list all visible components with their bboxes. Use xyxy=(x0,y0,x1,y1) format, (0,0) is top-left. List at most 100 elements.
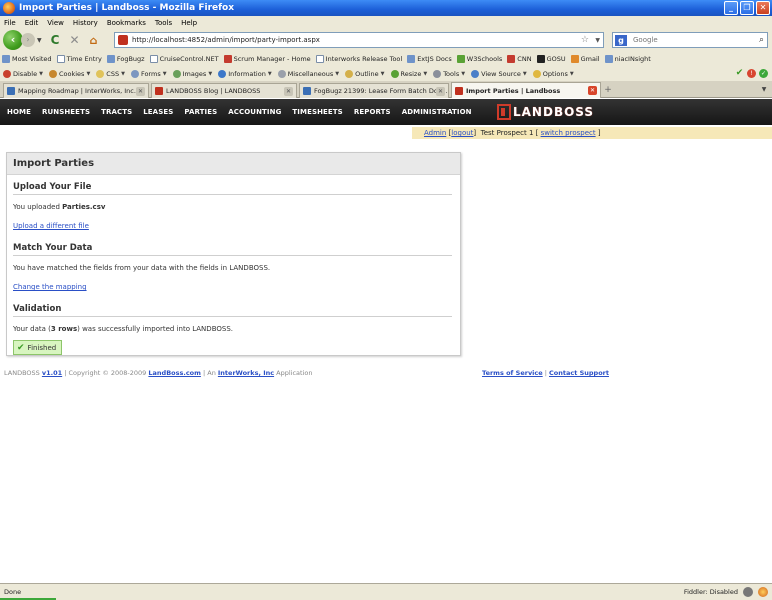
bookmark-star-icon[interactable]: ☆ xyxy=(581,35,589,45)
history-dropdown-icon[interactable]: ▼ xyxy=(37,37,42,44)
fiddler-icon[interactable] xyxy=(743,587,753,597)
webdev-options[interactable]: Options ▼ xyxy=(532,69,574,78)
google-search-engine-icon[interactable]: g xyxy=(615,34,627,46)
bookmark-w3schools[interactable]: W3Schools xyxy=(456,54,502,63)
bookmark-time-entry[interactable]: Time Entry xyxy=(56,54,102,63)
landboss-logo[interactable]: LANDBOSS xyxy=(497,103,594,121)
checkmark-icon: ✔ xyxy=(17,342,25,353)
menu-tools[interactable]: Tools xyxy=(155,19,172,27)
url-dropdown-icon[interactable]: ▼ xyxy=(595,37,600,44)
nav-tracts[interactable]: TRACTS xyxy=(101,108,132,116)
reload-icon[interactable]: C xyxy=(51,33,60,47)
bookmark-cruisecontrol[interactable]: CruiseControl.NET xyxy=(149,54,219,63)
tab-close-icon[interactable]: ✕ xyxy=(284,87,293,96)
check-icon[interactable]: ✔ xyxy=(735,69,744,78)
bookmark-gosu[interactable]: GOSU xyxy=(536,54,566,63)
nav-home[interactable]: HOME xyxy=(7,108,31,116)
webdev-images[interactable]: Images ▼ xyxy=(172,69,212,78)
bookmark-niacinsight[interactable]: niacINsight xyxy=(604,54,651,63)
upload-different-file-link[interactable]: Upload a different file xyxy=(13,222,89,230)
back-button[interactable]: ‹ xyxy=(3,30,23,50)
terms-of-service-link[interactable]: Terms of Service xyxy=(482,369,543,377)
bookmark-cnn[interactable]: CNN xyxy=(507,54,532,63)
webdev-forms[interactable]: Forms ▼ xyxy=(130,69,167,78)
webdev-information[interactable]: Information ▼ xyxy=(218,69,272,78)
valid-icon[interactable]: ✓ xyxy=(759,69,768,78)
bookmark-interworks-release[interactable]: Interworks Release Tool xyxy=(315,54,402,63)
webdev-tools[interactable]: Tools ▼ xyxy=(433,69,465,78)
webdev-cookies[interactable]: Cookies ▼ xyxy=(48,69,90,78)
webdev-view-source[interactable]: View Source ▼ xyxy=(471,69,527,78)
forward-button[interactable]: › xyxy=(21,33,35,47)
nav-accounting[interactable]: ACCOUNTING xyxy=(228,108,281,116)
webdev-css[interactable]: CSS ▼ xyxy=(96,69,125,78)
webdev-status-icons: ✔ ! ✓ xyxy=(735,69,768,78)
tab-close-icon[interactable]: ✕ xyxy=(588,86,597,95)
landboss-logo-icon xyxy=(497,104,511,120)
nav-timesheets[interactable]: TIMESHEETS xyxy=(292,108,342,116)
finished-button[interactable]: ✔ Finished xyxy=(13,340,63,355)
nav-reports[interactable]: REPORTS xyxy=(354,108,391,116)
menu-history[interactable]: History xyxy=(73,19,98,27)
webdev-resize[interactable]: Resize ▼ xyxy=(390,69,427,78)
bookmark-gmail[interactable]: Gmail xyxy=(570,54,600,63)
minimize-button[interactable]: _ xyxy=(724,1,738,15)
tab-favicon xyxy=(303,87,311,95)
app-navigation: HOME RUNSHEETS TRACTS LEASES PARTIES ACC… xyxy=(0,99,772,125)
bookmark-most-visited[interactable]: Most Visited xyxy=(2,54,52,63)
change-mapping-link[interactable]: Change the mapping xyxy=(13,283,87,291)
new-tab-button[interactable]: + xyxy=(602,84,614,97)
nav-parties[interactable]: PARTIES xyxy=(184,108,217,116)
logout-link[interactable]: logout xyxy=(451,129,473,137)
validation-heading: Validation xyxy=(13,291,452,317)
user-bar: Admin [logout] Test Prospect 1 [ switch … xyxy=(412,127,772,139)
tab-mapping-roadmap[interactable]: Mapping Roadmap | InterWorks, Inc. ✕ xyxy=(3,83,149,98)
window-controls: _ ❐ ✕ xyxy=(724,1,770,15)
nav-runsheets[interactable]: RUNSHEETS xyxy=(42,108,90,116)
navigation-toolbar: ‹ › ▼ C ✕ ⌂ http://localhost:4852/admin/… xyxy=(0,29,772,51)
tab-landboss-blog[interactable]: LANDBOSS Blog | LANDBOSS ✕ xyxy=(151,83,297,98)
upload-section: Upload Your File You uploaded Parties.cs… xyxy=(7,175,460,230)
stop-icon[interactable]: ✕ xyxy=(69,33,79,47)
search-icon[interactable]: ⌕ xyxy=(759,35,764,45)
tab-list-button[interactable]: ▼ xyxy=(759,84,769,96)
version-link[interactable]: v1.01 xyxy=(42,369,62,377)
tab-import-parties[interactable]: Import Parties | Landboss ✕ xyxy=(451,82,601,98)
search-bar[interactable]: g ⌕ xyxy=(612,32,768,48)
close-button[interactable]: ✕ xyxy=(756,1,770,15)
menu-bookmarks[interactable]: Bookmarks xyxy=(107,19,146,27)
error-icon[interactable]: ! xyxy=(747,69,756,78)
bookmark-extjs-docs[interactable]: ExtJS Docs xyxy=(407,54,452,63)
tab-close-icon[interactable]: ✕ xyxy=(136,87,145,96)
webdev-disable[interactable]: Disable ▼ xyxy=(3,69,43,78)
tab-fogbugz[interactable]: FogBugz 21399: Lease Form Batch Doc... ✕ xyxy=(299,83,449,98)
tab-favicon xyxy=(455,86,463,95)
tab-favicon xyxy=(7,87,15,95)
url-text[interactable]: http://localhost:4852/admin/import/party… xyxy=(132,36,320,44)
menu-view[interactable]: View xyxy=(47,19,64,27)
admin-link[interactable]: Admin xyxy=(424,129,446,137)
web-developer-toolbar: Disable ▼ Cookies ▼ CSS ▼ Forms ▼ Images ▼ In… xyxy=(0,66,772,81)
contact-support-link[interactable]: Contact Support xyxy=(549,369,609,377)
tab-strip: Mapping Roadmap | InterWorks, Inc. ✕ LAN… xyxy=(0,81,772,98)
menu-help[interactable]: Help xyxy=(181,19,197,27)
url-bar[interactable]: http://localhost:4852/admin/import/party… xyxy=(114,32,604,48)
search-input[interactable] xyxy=(633,36,753,44)
menu-edit[interactable]: Edit xyxy=(25,19,39,27)
nav-leases[interactable]: LEASES xyxy=(143,108,173,116)
addon-icon[interactable] xyxy=(758,587,768,597)
fiddler-status[interactable]: Fiddler: Disabled xyxy=(684,588,738,596)
bookmark-scrum-manager[interactable]: Scrum Manager - Home xyxy=(223,54,311,63)
firefox-icon xyxy=(3,2,15,14)
landboss-site-link[interactable]: LandBoss.com xyxy=(148,369,201,377)
bookmark-fogbugz[interactable]: FogBugz xyxy=(106,54,145,63)
maximize-button[interactable]: ❐ xyxy=(740,1,754,15)
menu-file[interactable]: File xyxy=(4,19,16,27)
home-icon[interactable]: ⌂ xyxy=(90,34,98,47)
webdev-miscellaneous[interactable]: Miscellaneous ▼ xyxy=(277,69,339,78)
switch-prospect-link[interactable]: switch prospect xyxy=(541,129,596,137)
interworks-link[interactable]: InterWorks, Inc xyxy=(218,369,274,377)
webdev-outline[interactable]: Outline ▼ xyxy=(345,69,385,78)
nav-administration[interactable]: ADMINISTRATION xyxy=(402,108,472,116)
tab-close-icon[interactable]: ✕ xyxy=(436,87,445,96)
